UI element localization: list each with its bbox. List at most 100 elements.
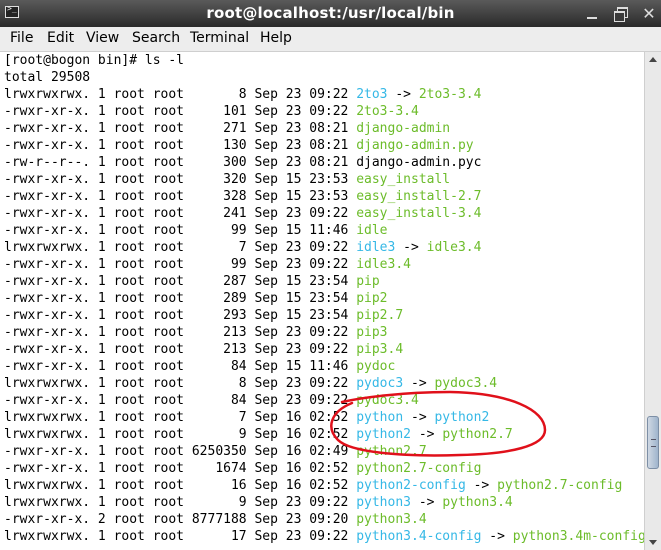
total-line: total 29508 xyxy=(4,70,91,85)
file-metadata: -rwxr-xr-x. 1 root root 287 Sep 15 23:54 xyxy=(4,274,357,289)
close-button[interactable]: ✕ xyxy=(640,5,658,22)
file-metadata: -rwxr-xr-x. 2 root root 8777188 Sep 23 0… xyxy=(4,512,357,527)
command-prompt: [root@bogon bin]# ls -l xyxy=(4,53,185,68)
file-name: django-admin.pyc xyxy=(356,155,482,170)
listing-row: -rwxr-xr-x. 1 root root 130 Sep 23 08:21… xyxy=(4,137,474,154)
file-metadata: lrwxrwxrwx. 1 root root 8 Sep 23 09:22 xyxy=(4,87,357,102)
menu-view[interactable]: View xyxy=(86,30,119,46)
symlink-arrow: -> xyxy=(403,376,435,391)
symlink-arrow: -> xyxy=(411,495,443,510)
file-name: easy_install xyxy=(356,172,451,187)
listing-row: lrwxrwxrwx. 1 root root 7 Sep 16 02:52 p… xyxy=(4,409,489,426)
file-metadata: -rwxr-xr-x. 1 root root 99 Sep 23 09:22 xyxy=(4,257,357,272)
symlink-arrow: -> xyxy=(403,410,435,425)
listing-row: lrwxrwxrwx. 1 root root 17 Sep 23 09:22 … xyxy=(4,528,644,545)
file-name: 2to3 xyxy=(356,87,388,102)
file-metadata: lrwxrwxrwx. 1 root root 9 Sep 16 02:52 xyxy=(4,427,357,442)
file-metadata: -rwxr-xr-x. 1 root root 289 Sep 15 23:54 xyxy=(4,291,357,306)
file-name: python2.7 xyxy=(356,444,427,459)
terminal-output[interactable]: [root@bogon bin]# ls -l total 29508 lrwx… xyxy=(0,52,644,550)
listing-row: -rwxr-xr-x. 1 root root 1674 Sep 16 02:5… xyxy=(4,460,481,477)
symlink-arrow: -> xyxy=(481,529,513,544)
file-name: pydoc xyxy=(356,359,396,374)
symlink-target: python2 xyxy=(434,410,490,425)
maximize-button[interactable] xyxy=(612,5,630,22)
file-name: django-admin.py xyxy=(356,138,474,153)
symlink-target: 2to3-3.4 xyxy=(418,87,482,102)
file-metadata: -rwxr-xr-x. 1 root root 101 Sep 23 09:22 xyxy=(4,104,357,119)
file-metadata: -rwxr-xr-x. 1 root root 130 Sep 23 08:21 xyxy=(4,138,357,153)
listing-row: -rwxr-xr-x. 1 root root 101 Sep 23 09:22… xyxy=(4,103,419,120)
listing-row: -rwxr-xr-x. 1 root root 320 Sep 15 23:53… xyxy=(4,171,450,188)
listing-row: -rwxr-xr-x. 2 root root 8777188 Sep 23 0… xyxy=(4,511,427,528)
minimize-button[interactable] xyxy=(583,5,601,22)
listing-row: -rwxr-xr-x. 1 root root 287 Sep 15 23:54… xyxy=(4,273,380,290)
file-name: 2to3-3.4 xyxy=(356,104,419,119)
file-metadata: -rwxr-xr-x. 1 root root 213 Sep 23 09:22 xyxy=(4,342,357,357)
listing-row: lrwxrwxrwx. 1 root root 9 Sep 16 02:52 p… xyxy=(4,426,513,443)
file-metadata: lrwxrwxrwx. 1 root root 16 Sep 16 02:52 xyxy=(4,478,357,493)
symlink-target: python3.4m-config xyxy=(512,529,644,544)
listing-row: lrwxrwxrwx. 1 root root 8 Sep 23 09:22 2… xyxy=(4,86,481,103)
menu-edit[interactable]: Edit xyxy=(47,30,74,46)
menu-file[interactable]: File xyxy=(10,30,33,46)
listing-row: -rwxr-xr-x. 1 root root 271 Sep 23 08:21… xyxy=(4,120,450,137)
file-name: python2.7-config xyxy=(356,461,482,476)
symlink-target: python2.7 xyxy=(442,427,513,442)
file-name: pydoc3 xyxy=(356,376,404,391)
scroll-down-arrow-icon[interactable] xyxy=(645,536,661,550)
file-metadata: -rwxr-xr-x. 1 root root 1674 Sep 16 02:5… xyxy=(4,461,357,476)
file-metadata: -rwxr-xr-x. 1 root root 84 Sep 23 09:22 xyxy=(4,393,357,408)
vertical-scrollbar[interactable] xyxy=(644,52,661,550)
file-name: pip2 xyxy=(356,291,388,306)
file-metadata: -rwxr-xr-x. 1 root root 213 Sep 23 09:22 xyxy=(4,325,357,340)
file-name: python2 xyxy=(356,427,411,442)
file-metadata: lrwxrwxrwx. 1 root root 7 Sep 23 09:22 xyxy=(4,240,357,255)
symlink-target: idle3.4 xyxy=(426,240,482,255)
listing-row: -rwxr-xr-x. 1 root root 293 Sep 15 23:54… xyxy=(4,307,403,324)
listing-row: -rwxr-xr-x. 1 root root 6250350 Sep 16 0… xyxy=(4,443,427,460)
file-name: pydoc3.4 xyxy=(356,393,419,408)
listing-row: -rw-r--r--. 1 root root 300 Sep 23 08:21… xyxy=(4,154,481,171)
file-name: pip3.4 xyxy=(356,342,404,357)
listing-row: -rwxr-xr-x. 1 root root 328 Sep 15 23:53… xyxy=(4,188,481,205)
scroll-up-arrow-icon[interactable] xyxy=(645,52,661,66)
title-bar[interactable]: root@localhost:/usr/local/bin ✕ xyxy=(0,0,661,27)
file-metadata: -rwxr-xr-x. 1 root root 99 Sep 15 11:46 xyxy=(4,223,357,238)
symlink-target: pydoc3.4 xyxy=(434,376,498,391)
listing-row: -rwxr-xr-x. 1 root root 84 Sep 15 11:46 … xyxy=(4,358,395,375)
symlink-arrow: -> xyxy=(387,87,419,102)
scroll-thumb[interactable] xyxy=(647,416,659,469)
file-metadata: -rwxr-xr-x. 1 root root 241 Sep 23 09:22 xyxy=(4,206,357,221)
symlink-arrow: -> xyxy=(395,240,427,255)
file-name: python3.4-config xyxy=(356,529,482,544)
file-name: easy_install-3.4 xyxy=(356,206,482,221)
listing-row: -rwxr-xr-x. 1 root root 99 Sep 15 11:46 … xyxy=(4,222,388,239)
file-name: python xyxy=(356,410,404,425)
listing-row: -rwxr-xr-x. 1 root root 241 Sep 23 09:22… xyxy=(4,205,481,222)
file-metadata: -rwxr-xr-x. 1 root root 293 Sep 15 23:54 xyxy=(4,308,357,323)
file-name: pip xyxy=(356,274,380,289)
file-name: pip2.7 xyxy=(356,308,404,323)
file-metadata: -rwxr-xr-x. 1 root root 6250350 Sep 16 0… xyxy=(4,444,357,459)
file-name: django-admin xyxy=(356,121,451,136)
menu-help[interactable]: Help xyxy=(260,30,292,46)
file-name: easy_install-2.7 xyxy=(356,189,482,204)
window-title: root@localhost:/usr/local/bin xyxy=(206,4,455,22)
listing-row: -rwxr-xr-x. 1 root root 213 Sep 23 09:22… xyxy=(4,341,403,358)
listing-row: lrwxrwxrwx. 1 root root 7 Sep 23 09:22 i… xyxy=(4,239,481,256)
listing-row: lrwxrwxrwx. 1 root root 16 Sep 16 02:52 … xyxy=(4,477,622,494)
file-name: idle3.4 xyxy=(356,257,411,272)
listing-row: lrwxrwxrwx. 1 root root 8 Sep 23 09:22 p… xyxy=(4,375,497,392)
file-name: idle3 xyxy=(356,240,396,255)
symlink-target: python3.4 xyxy=(442,495,513,510)
file-metadata: -rwxr-xr-x. 1 root root 271 Sep 23 08:21 xyxy=(4,121,357,136)
file-metadata: -rwxr-xr-x. 1 root root 328 Sep 15 23:53 xyxy=(4,189,357,204)
file-name: pip3 xyxy=(356,325,388,340)
menu-terminal[interactable]: Terminal xyxy=(190,30,249,46)
file-name: idle xyxy=(356,223,388,238)
menu-search[interactable]: Search xyxy=(132,30,180,46)
listing-row: -rwxr-xr-x. 1 root root 99 Sep 23 09:22 … xyxy=(4,256,411,273)
file-name: python2-config xyxy=(356,478,466,493)
file-metadata: lrwxrwxrwx. 1 root root 9 Sep 23 09:22 xyxy=(4,495,357,510)
